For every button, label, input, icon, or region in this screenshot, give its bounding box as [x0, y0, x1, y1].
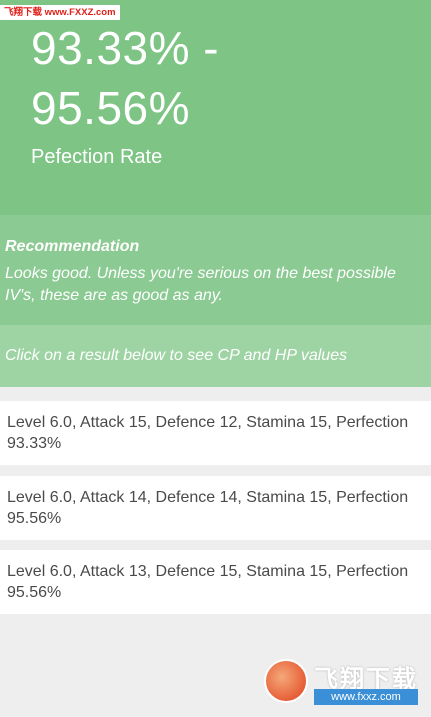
recommendation-panel: Recommendation Looks good. Unless you're…	[0, 215, 431, 325]
perfection-rate-value: 93.33% - 95.56%	[31, 18, 219, 138]
result-item[interactable]: Level 6.0, Attack 15, Defence 12, Stamin…	[0, 401, 431, 465]
watermark-banner: 飞翔下载 www.FXXZ.com	[0, 5, 120, 20]
perfection-rate-line2: 95.56%	[31, 82, 191, 134]
logo-url: www.fxxz.com	[314, 689, 418, 705]
perfection-rate-line1: 93.33% -	[31, 22, 220, 74]
logo-emblem-icon	[264, 659, 308, 703]
recommendation-text: Looks good. Unless you're serious on the…	[5, 265, 396, 304]
result-item[interactable]: Level 6.0, Attack 14, Defence 14, Stamin…	[0, 476, 431, 540]
recommendation-title: Recommendation	[5, 238, 140, 255]
perfection-rate-label: Pefection Rate	[31, 146, 163, 168]
perfection-header: 93.33% - 95.56% Pefection Rate	[0, 0, 431, 215]
watermark-logo: 飞翔下载 www.fxxz.com	[262, 657, 422, 709]
results-hint: Click on a result below to see CP and HP…	[0, 325, 431, 387]
result-item[interactable]: Level 6.0, Attack 13, Defence 15, Stamin…	[0, 550, 431, 614]
